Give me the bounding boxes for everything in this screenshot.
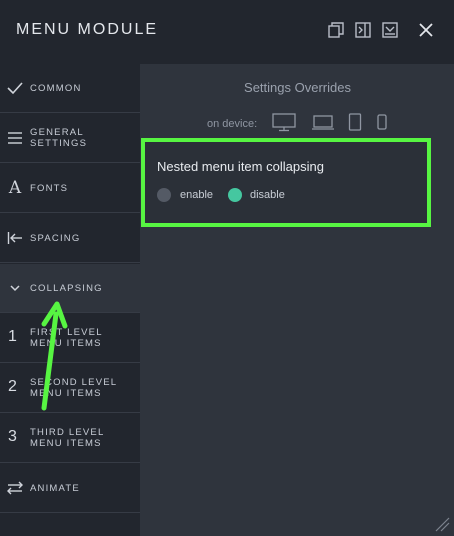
close-icon[interactable] [416,20,436,40]
nested-collapsing-setting: Nested menu item collapsing enable disab… [141,138,431,227]
swap-arrows-icon [6,478,24,498]
level-number: 1 [8,328,17,345]
enable-radio[interactable] [157,188,171,202]
level-number: 2 [8,378,17,395]
enable-radio-label[interactable]: enable [180,189,213,201]
sidebar-toggle-icon[interactable] [353,20,373,40]
sidebar-item-collapsing[interactable]: COLLAPSING [0,264,140,313]
panel-title: MENU MODULE [16,21,159,38]
sidebar-item-animate[interactable]: ANIMATE [0,464,140,513]
sidebar-item-first-level-menu-items[interactable]: 1 FIRST LEVEL MENU ITEMS [0,314,140,363]
hamburger-icon [6,128,24,148]
sidebar-item-label: THIRD LEVEL MENU ITEMS [30,427,105,449]
sidebar-item-label: FONTS [30,182,69,194]
resize-handle-icon[interactable] [434,516,450,532]
font-icon: A [8,178,22,198]
device-label: on device: [207,118,258,130]
phone-icon[interactable] [376,112,388,132]
sidebar-item-label: FIRST LEVEL MENU ITEMS [30,327,103,349]
setting-title: Nested menu item collapsing [157,159,324,174]
disable-radio[interactable] [228,188,242,202]
sidebar-item-second-level-menu-items[interactable]: 2 SECOND LEVEL MENU ITEMS [0,364,140,413]
level-number: 3 [8,428,17,445]
tablet-icon[interactable] [348,112,362,132]
panel-header: MENU MODULE [0,0,454,64]
sidebar-item-label: SECOND LEVEL MENU ITEMS [30,377,117,399]
disable-radio-label[interactable]: disable [250,189,285,201]
sidebar-item-general-settings[interactable]: GENERAL SETTINGS [0,114,140,163]
sidebar-item-label: SPACING [30,232,81,244]
laptop-icon[interactable] [311,112,335,132]
chevron-down-icon [6,278,24,298]
sidebar-item-spacing[interactable]: SPACING [0,214,140,263]
sidebar-item-common[interactable]: COMMON [0,64,140,113]
minimize-icon[interactable] [380,20,400,40]
sidebar-item-label: COLLAPSING [30,282,103,294]
menu-module-panel: MENU MODULE COMMON GENERAL SETTINGS A FO… [0,0,454,536]
sidebar-item-label: ANIMATE [30,482,80,494]
settings-overrides-title: Settings Overrides [244,80,351,95]
checkmark-icon [6,78,24,98]
sidebar-item-label: GENERAL SETTINGS [30,127,88,149]
sidebar: COMMON GENERAL SETTINGS A FONTS SPACING … [0,64,140,536]
spacing-icon [6,228,24,248]
sidebar-item-fonts[interactable]: A FONTS [0,164,140,213]
sidebar-item-label: COMMON [30,82,82,94]
desktop-icon[interactable] [271,112,297,132]
sidebar-item-third-level-menu-items[interactable]: 3 THIRD LEVEL MENU ITEMS [0,414,140,463]
duplicate-icon[interactable] [326,20,346,40]
